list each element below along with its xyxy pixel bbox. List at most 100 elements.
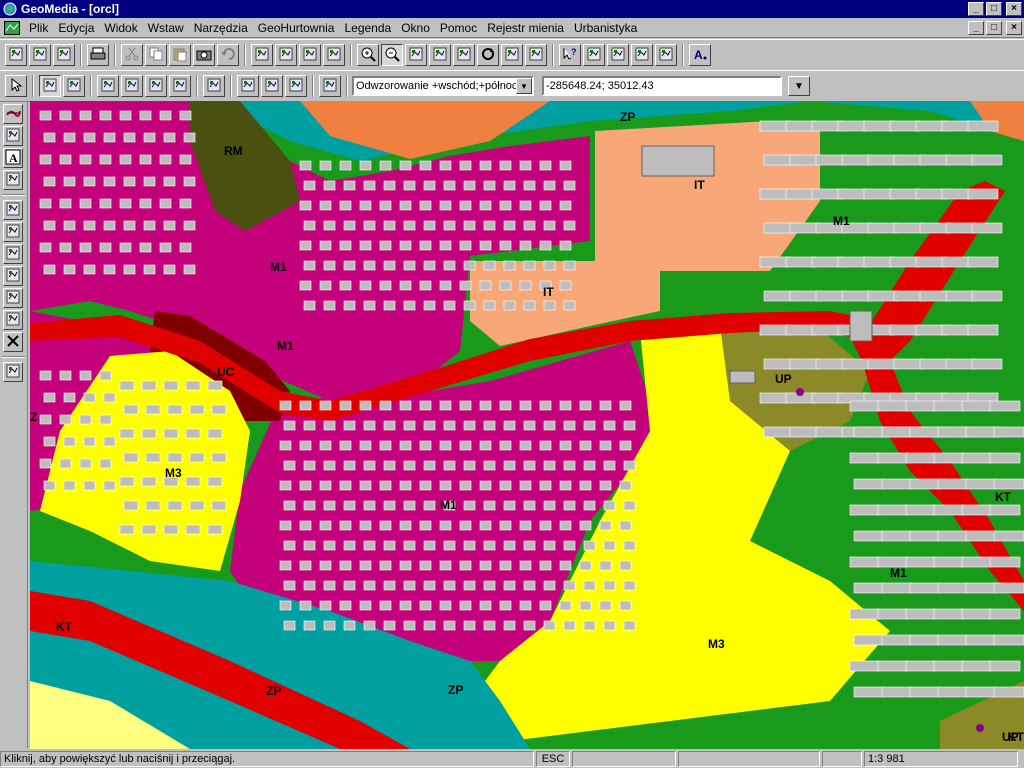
- new-map-window-button[interactable]: [5, 44, 27, 66]
- split-button[interactable]: [3, 266, 23, 286]
- previous-view-button[interactable]: [501, 44, 523, 66]
- move-button[interactable]: [3, 288, 23, 308]
- point-feature[interactable]: [976, 724, 984, 732]
- mdi-minimize-button[interactable]: _: [968, 21, 984, 35]
- insert-point-button[interactable]: [97, 75, 119, 97]
- properties-button[interactable]: [275, 44, 297, 66]
- mdi-close-button[interactable]: ×: [1006, 21, 1022, 35]
- fit-selected-button[interactable]: [429, 44, 451, 66]
- select-set-button[interactable]: [251, 44, 273, 66]
- building: [339, 240, 352, 251]
- projection-select[interactable]: Odwzorowanie +wschód;+północ ▼: [352, 76, 534, 96]
- building: [123, 220, 136, 231]
- camera-button[interactable]: [193, 44, 215, 66]
- menu-item-6[interactable]: Legenda: [339, 21, 396, 35]
- maximize-button[interactable]: □: [986, 2, 1002, 16]
- sort-down-button[interactable]: [285, 75, 307, 97]
- catalog-button[interactable]: [3, 362, 23, 382]
- legend-button[interactable]: [655, 44, 677, 66]
- building: [945, 358, 977, 370]
- snap-button[interactable]: [63, 75, 85, 97]
- menu-item-0[interactable]: Plik: [24, 21, 53, 35]
- pan-button[interactable]: [453, 44, 475, 66]
- coordinates-dropdown-button[interactable]: ▼: [788, 76, 810, 96]
- geomedia-app-icon[interactable]: [2, 1, 18, 17]
- layout-button[interactable]: [53, 44, 75, 66]
- query-button[interactable]: [299, 44, 321, 66]
- building: [519, 440, 532, 451]
- undo-button[interactable]: [217, 44, 239, 66]
- point-feature[interactable]: [796, 388, 804, 396]
- coordinates-field[interactable]: -285648.24; 35012.43: [542, 76, 782, 96]
- map-window-icon[interactable]: [4, 20, 20, 35]
- mdi-restore-button[interactable]: □: [986, 21, 1002, 35]
- building: [39, 458, 52, 469]
- building: [319, 600, 332, 611]
- text-tool-button[interactable]: A: [3, 148, 23, 168]
- menu-item-2[interactable]: Widok: [99, 21, 142, 35]
- data-view-button[interactable]: [583, 44, 605, 66]
- copy-button[interactable]: [145, 44, 167, 66]
- menu-item-8[interactable]: Pomoc: [435, 21, 482, 35]
- building: [403, 540, 416, 551]
- paste-button[interactable]: [169, 44, 191, 66]
- measure-button[interactable]: [319, 75, 341, 97]
- chevron-down-icon[interactable]: ▼: [516, 78, 532, 94]
- spin-icon: [5, 311, 21, 330]
- building: [103, 436, 116, 447]
- menu-item-3[interactable]: Wstaw: [143, 21, 189, 35]
- map-window[interactable]: RM IT IT M1 M1 M1 M1 M1 KT KT KT UC UP UP M3 M3 ZP ZP ZP Z: [30, 101, 1024, 749]
- minimize-button[interactable]: _: [968, 2, 984, 16]
- menu-item-10[interactable]: Urbanistyka: [569, 21, 642, 35]
- building: [941, 188, 973, 200]
- building: [359, 400, 372, 411]
- spin-button[interactable]: [3, 310, 23, 330]
- sort-up-button[interactable]: [261, 75, 283, 97]
- label-button[interactable]: A: [689, 44, 711, 66]
- select-tool-button[interactable]: [5, 75, 27, 97]
- spatial-query-button[interactable]: [323, 44, 345, 66]
- table-button[interactable]: [203, 75, 225, 97]
- fit-selected-icon: [432, 46, 448, 65]
- cross-button[interactable]: [3, 332, 23, 352]
- line-tool-button[interactable]: [3, 104, 23, 124]
- building: [83, 176, 96, 187]
- menu-item-4[interactable]: Narzędzia: [189, 21, 253, 35]
- geocode-button[interactable]: [631, 44, 653, 66]
- zoom-out-button[interactable]: [381, 44, 403, 66]
- new-data-window-button[interactable]: [29, 44, 51, 66]
- whats-this-button[interactable]: ?: [559, 44, 581, 66]
- coordinates-value: -285648.24; 35012.43: [546, 80, 654, 92]
- building: [503, 540, 516, 551]
- building: [503, 220, 516, 231]
- print-button[interactable]: [87, 44, 109, 66]
- menu-item-7[interactable]: Okno: [396, 21, 435, 35]
- menu-item-1[interactable]: Edycja: [53, 21, 99, 35]
- reshape-button[interactable]: [3, 244, 23, 264]
- fit-all-button[interactable]: [405, 44, 427, 66]
- building: [123, 452, 139, 463]
- cut-button[interactable]: [121, 44, 143, 66]
- rotate-button[interactable]: [3, 200, 23, 220]
- zoom-in-button[interactable]: [357, 44, 379, 66]
- edit-button[interactable]: [3, 222, 23, 242]
- refresh-button[interactable]: [477, 44, 499, 66]
- text-box-button[interactable]: [3, 126, 23, 146]
- close-button[interactable]: ×: [1006, 2, 1022, 16]
- edit-geometry-button[interactable]: [145, 75, 167, 97]
- menu-item-5[interactable]: GeoHurtownia: [253, 21, 340, 35]
- attribute-button[interactable]: [169, 75, 191, 97]
- grid-button[interactable]: [237, 75, 259, 97]
- overview-button[interactable]: [525, 44, 547, 66]
- delete-feature-button[interactable]: [607, 44, 629, 66]
- insert-vertex-button[interactable]: [121, 75, 143, 97]
- select-by-area-button[interactable]: [39, 75, 61, 97]
- toolbar-separator: [80, 44, 82, 66]
- building: [279, 520, 292, 531]
- map-canvas[interactable]: RMITITM1M1M1M1M1KTKTKTUC UPUPM3M3ZPZP ZPZ: [30, 101, 1024, 749]
- building: [503, 180, 516, 191]
- building: [299, 560, 312, 571]
- menu-item-9[interactable]: Rejestr mienia: [482, 21, 569, 35]
- hyperlink-button[interactable]: [3, 170, 23, 190]
- zone-label-m1: M1: [277, 339, 294, 353]
